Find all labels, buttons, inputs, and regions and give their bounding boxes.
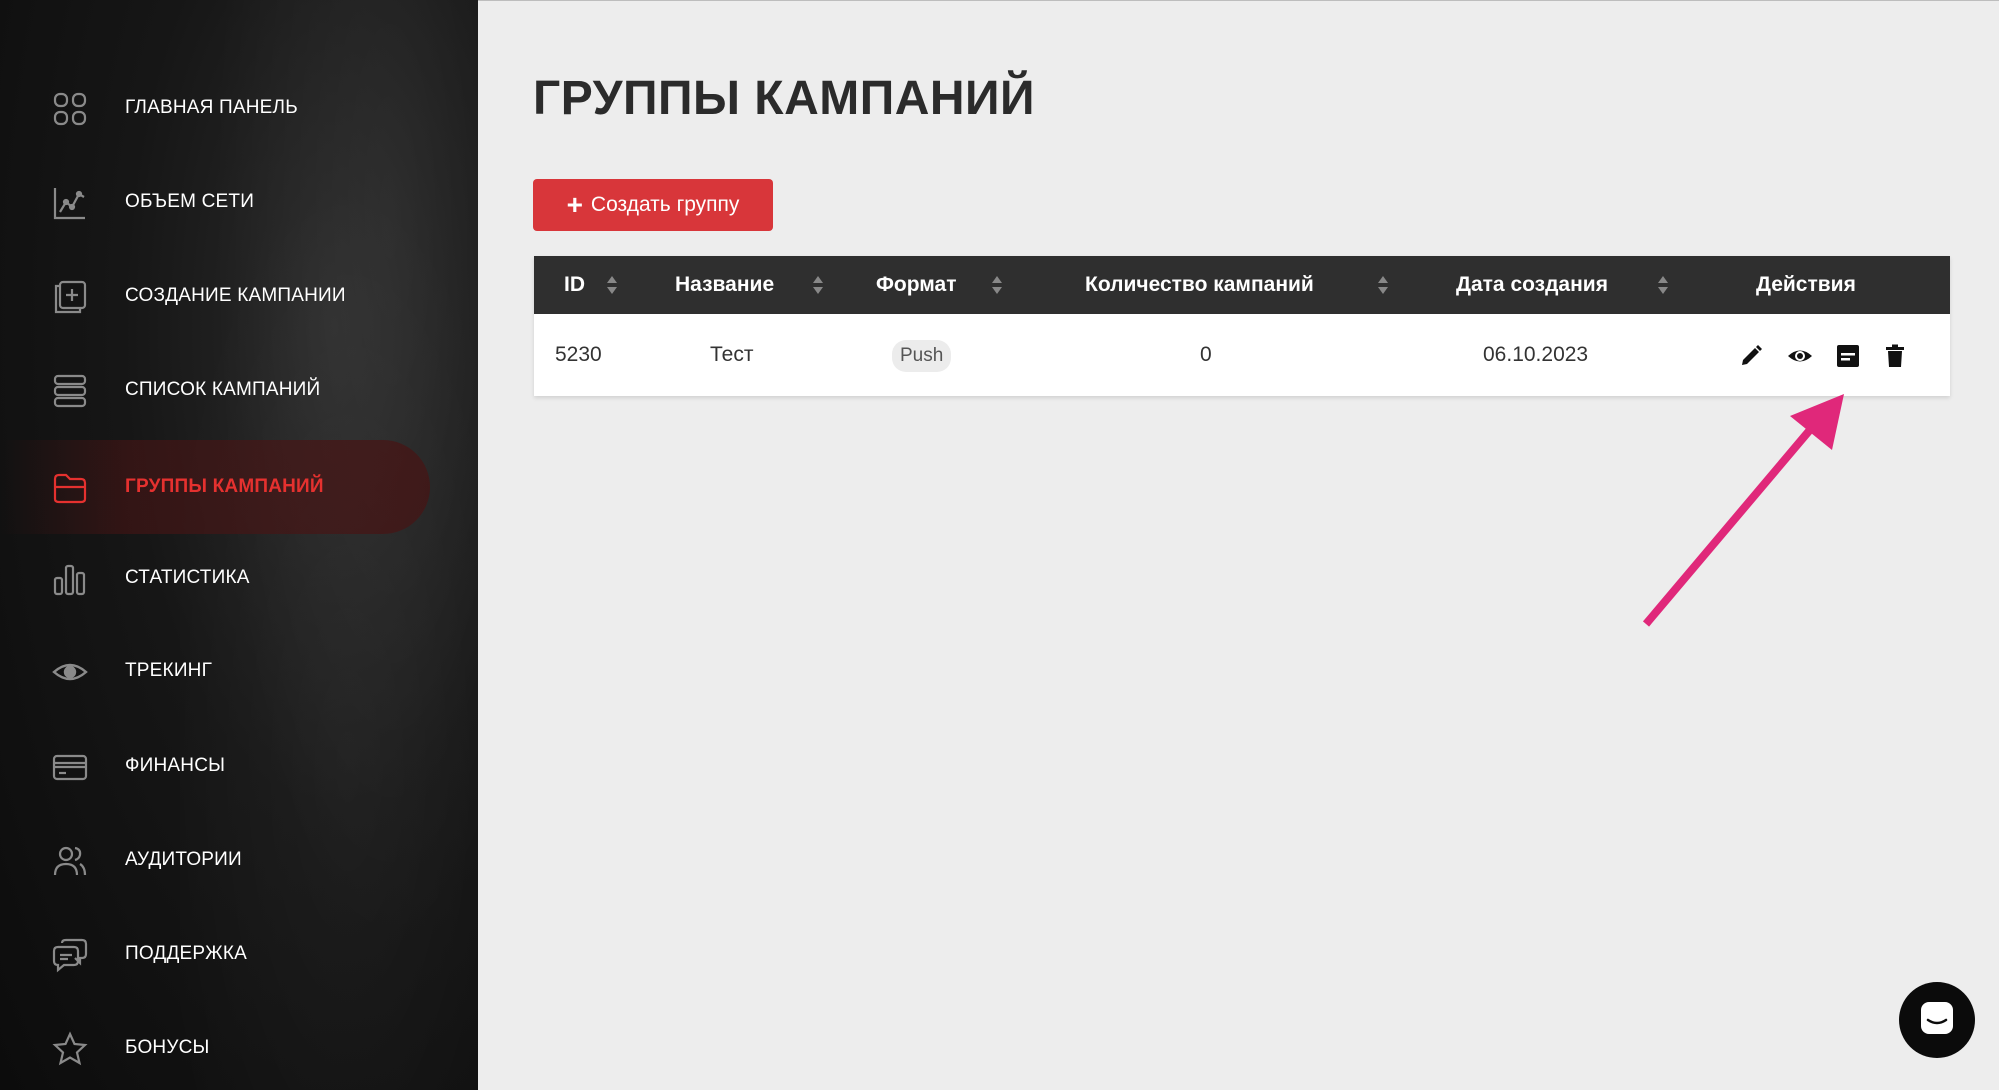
credit-card-icon — [52, 749, 88, 785]
edit-pencil-icon[interactable] — [1738, 343, 1764, 369]
bar-chart-icon — [52, 561, 88, 597]
sidebar-item-label: ТРЕКИНГ — [125, 660, 213, 681]
details-list-icon[interactable] — [1835, 343, 1861, 369]
sidebar-item-network-volume[interactable]: ОБЪЕМ СЕТИ — [0, 155, 430, 249]
table-header: ID Название Формат Количество кампаний Д… — [534, 256, 1950, 314]
sidebar-item-label: СПИСОК КАМПАНИЙ — [125, 379, 321, 400]
page-title: ГРУППЫ КАМПАНИЙ — [533, 72, 1036, 125]
sidebar-item-label: ГЛАВНАЯ ПАНЕЛЬ — [125, 97, 298, 118]
sidebar-item-audiences[interactable]: АУДИТОРИИ — [0, 813, 430, 907]
sort-icon[interactable] — [1656, 273, 1670, 297]
sort-icon[interactable] — [1376, 273, 1390, 297]
sidebar-item-tracking[interactable]: ТРЕКИНГ — [0, 624, 430, 718]
plus-icon: + — [566, 189, 583, 220]
groups-table: ID Название Формат Количество кампаний Д… — [534, 256, 1950, 396]
sort-icon[interactable] — [990, 273, 1004, 297]
column-header-campaign-count[interactable]: Количество кампаний — [1085, 256, 1314, 314]
sort-icon[interactable] — [605, 273, 619, 297]
sidebar-item-statistics[interactable]: СТАТИСТИКА — [0, 531, 430, 625]
cell-campaign-count: 0 — [1200, 343, 1212, 366]
chat-icon — [52, 937, 88, 973]
main-content: ГРУППЫ КАМПАНИЙ + Создать группу ID Назв… — [478, 0, 1999, 1090]
view-eye-icon[interactable] — [1787, 343, 1813, 369]
column-header-name[interactable]: Название — [675, 256, 774, 314]
sidebar-item-bonuses[interactable]: БОНУСЫ — [0, 1001, 430, 1090]
delete-trash-icon[interactable] — [1882, 343, 1908, 369]
sidebar-item-label: СОЗДАНИЕ КАМПАНИИ — [125, 285, 346, 306]
chat-widget-button[interactable] — [1899, 982, 1975, 1058]
sidebar-item-label: АУДИТОРИИ — [125, 849, 242, 870]
column-header-actions: Действия — [1756, 273, 1856, 296]
eye-icon — [52, 654, 88, 690]
folder-icon — [52, 470, 88, 506]
cell-name: Тест — [710, 343, 754, 366]
sidebar-item-finance[interactable]: ФИНАНСЫ — [0, 719, 430, 813]
star-icon — [52, 1031, 88, 1067]
column-header-format[interactable]: Формат — [876, 256, 957, 314]
chat-bubble-icon — [1918, 999, 1956, 1042]
sidebar-item-label: БОНУСЫ — [125, 1037, 210, 1058]
users-icon — [52, 843, 88, 879]
format-badge: Push — [892, 340, 952, 372]
list-icon — [52, 373, 88, 409]
cell-created-date: 06.10.2023 — [1483, 343, 1589, 366]
sidebar-item-create-campaign[interactable]: СОЗДАНИЕ КАМПАНИИ — [0, 249, 430, 343]
dashboard-grid-icon — [52, 91, 88, 127]
add-document-icon — [52, 279, 88, 315]
sort-icon[interactable] — [811, 273, 825, 297]
sidebar-item-campaign-list[interactable]: СПИСОК КАМПАНИЙ — [0, 343, 430, 437]
create-group-button[interactable]: + Создать группу — [533, 179, 773, 231]
table-row: 5230 Тест Push 0 06.10.2023 — [534, 314, 1950, 396]
sidebar-item-label: ФИНАНСЫ — [125, 755, 226, 776]
column-header-id[interactable]: ID — [564, 256, 585, 314]
cell-id: 5230 — [555, 343, 602, 366]
create-group-label: Создать группу — [590, 193, 740, 216]
sidebar-item-label: СТАТИСТИКА — [125, 567, 250, 588]
sidebar-item-campaign-groups[interactable]: ГРУППЫ КАМПАНИЙ — [0, 440, 430, 534]
sidebar-item-label: ПОДДЕРЖКА — [125, 943, 247, 964]
sidebar: ГЛАВНАЯ ПАНЕЛЬ ОБЪЕМ СЕТИ СОЗДАНИЕ КАМПА… — [0, 0, 478, 1090]
sidebar-item-label: ГРУППЫ КАМПАНИЙ — [125, 476, 324, 497]
sidebar-item-dashboard[interactable]: ГЛАВНАЯ ПАНЕЛЬ — [0, 61, 430, 155]
column-header-created-date[interactable]: Дата создания — [1456, 256, 1608, 314]
sidebar-item-label: ОБЪЕМ СЕТИ — [125, 191, 255, 212]
sidebar-item-support[interactable]: ПОДДЕРЖКА — [0, 907, 430, 1001]
line-chart-icon — [52, 185, 88, 221]
